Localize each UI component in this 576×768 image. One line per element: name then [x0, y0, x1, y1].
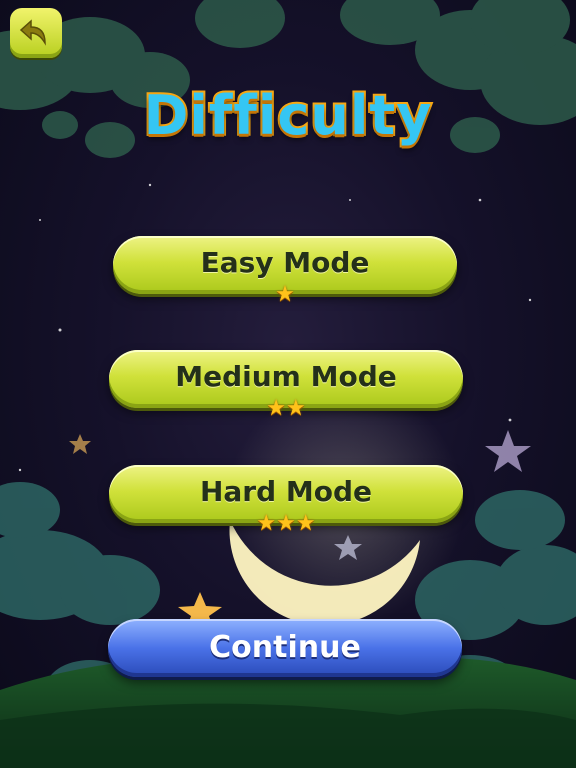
medium-mode-stars: ★★ — [109, 398, 463, 420]
medium-mode-button[interactable]: Medium Mode ★★ — [109, 350, 463, 420]
star-icon: ★ — [275, 282, 295, 307]
continue-button[interactable]: Continue — [108, 619, 462, 677]
star-icon: ★ — [286, 396, 306, 421]
star-icon: ★ — [276, 511, 296, 536]
back-arrow-icon — [19, 19, 46, 46]
hard-mode-label: Hard Mode — [199, 475, 373, 508]
star-icon: ★ — [266, 396, 286, 421]
star-icon: ★ — [256, 511, 277, 536]
page-title: Difficulty — [142, 82, 434, 149]
hard-mode-button[interactable]: Hard Mode ★★★ — [109, 465, 463, 535]
easy-mode-button[interactable]: Easy Mode ★ — [113, 236, 457, 306]
easy-mode-label: Easy Mode — [200, 246, 370, 279]
hard-mode-stars: ★★★ — [109, 513, 463, 535]
easy-mode-stars: ★ — [113, 284, 457, 306]
continue-label: Continue — [209, 630, 361, 665]
star-icon: ★ — [295, 511, 316, 536]
back-button[interactable] — [10, 8, 62, 58]
medium-mode-label: Medium Mode — [175, 360, 397, 393]
